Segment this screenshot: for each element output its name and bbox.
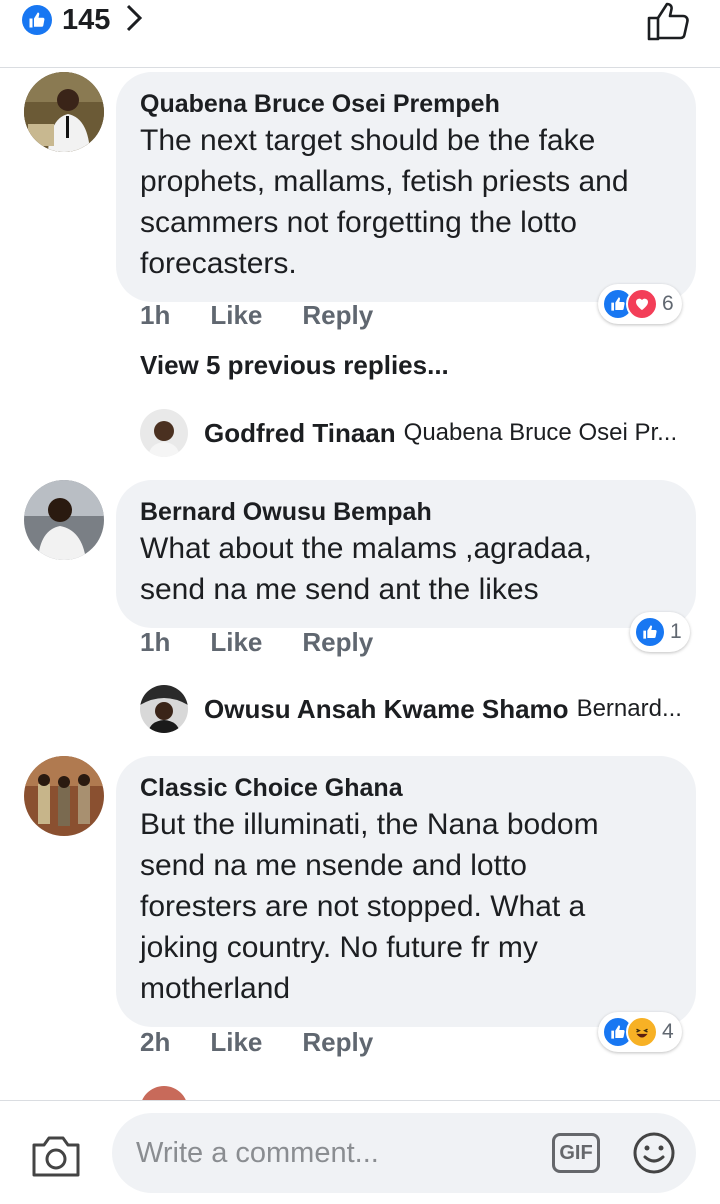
comment-input-container: GIF: [112, 1113, 696, 1193]
comment-author[interactable]: Bernard Owusu Bempah: [140, 496, 672, 528]
reply-author: Godfred Tinaan: [204, 417, 396, 448]
comment-actions: 1h Like Reply: [140, 627, 373, 658]
avatar[interactable]: [24, 480, 104, 560]
like-count: 145: [62, 3, 111, 36]
thumbs-up-icon[interactable]: [646, 0, 692, 42]
comment-text-line: joking country. No future fr my: [140, 931, 538, 964]
reaction-summary[interactable]: 4: [598, 1012, 682, 1052]
comment-text-line: What about the malams ,agradaa,: [140, 532, 592, 565]
comment-author[interactable]: Quabena Bruce Osei Prempeh: [140, 88, 672, 120]
reply-snippet: Bernard...: [576, 695, 682, 722]
reaction-count: 6: [662, 292, 674, 315]
love-icon: [626, 288, 658, 320]
reaction-summary[interactable]: 1: [630, 612, 690, 652]
reply-author: Owusu Ansah Kwame Shamo: [204, 693, 569, 724]
avatar: [140, 685, 188, 733]
comment-text-line: forecasters.: [140, 247, 297, 280]
reply-preview[interactable]: Owusu Ansah Kwame Shamo Bernard...: [140, 684, 700, 734]
like-button[interactable]: Like: [210, 627, 262, 658]
like-icon: [22, 5, 52, 35]
like-button[interactable]: Like: [210, 300, 262, 331]
comment-author[interactable]: Classic Choice Ghana: [140, 772, 672, 804]
view-previous-replies-link[interactable]: View 5 previous replies...: [140, 350, 449, 381]
avatar: [140, 409, 188, 457]
gif-button[interactable]: GIF: [552, 1133, 600, 1173]
comment-text-line: send na me send ant the likes: [140, 573, 539, 606]
comment-actions: 1h Like Reply: [140, 300, 373, 331]
comment-text-line: scammers not forgetting the lotto: [140, 206, 577, 239]
comment-composer: GIF: [0, 1100, 720, 1204]
comment-bubble: Bernard Owusu Bempah What about the mala…: [116, 480, 696, 628]
reaction-count: 1: [670, 620, 682, 643]
comment-text-line: foresters are not stopped. What a: [140, 890, 586, 923]
reply-button[interactable]: Reply: [302, 627, 373, 658]
reaction-summary[interactable]: 6: [598, 284, 682, 324]
comment-text-line: prophets, mallams, fetish priests and: [140, 165, 629, 198]
comment-input[interactable]: [136, 1113, 526, 1193]
emoji-icon[interactable]: [632, 1131, 676, 1175]
comment-text-line: send na me nsende and lotto: [140, 849, 527, 882]
comment-text-line: motherland: [140, 972, 291, 1005]
comment-time: 1h: [140, 300, 171, 330]
comment-time: 1h: [140, 627, 171, 657]
like-icon: [634, 616, 666, 648]
camera-icon[interactable]: [30, 1131, 82, 1179]
comment-time: 2h: [140, 1027, 171, 1057]
comment-text-line: But the illuminati, the Nana bodom: [140, 808, 599, 841]
comment-actions: 2h Like Reply: [140, 1027, 373, 1058]
haha-icon: [626, 1016, 658, 1048]
reaction-count: 4: [662, 1020, 674, 1043]
avatar[interactable]: [24, 72, 104, 152]
reaction-summary-button[interactable]: 145: [22, 2, 144, 38]
like-button[interactable]: Like: [210, 1027, 262, 1058]
reply-preview[interactable]: Godfred Tinaan Quabena Bruce Osei Pr...: [140, 408, 700, 458]
comment-bubble: Classic Choice Ghana But the illuminati,…: [116, 756, 696, 1027]
avatar[interactable]: [24, 756, 104, 836]
comment-bubble: Quabena Bruce Osei Prempeh The next targ…: [116, 72, 696, 302]
reply-button[interactable]: Reply: [302, 300, 373, 331]
comment-text-line: The next target should be the fake: [140, 124, 596, 157]
chevron-right-icon: [124, 3, 144, 38]
reply-button[interactable]: Reply: [302, 1027, 373, 1058]
reply-snippet: Quabena Bruce Osei Pr...: [403, 419, 678, 446]
reactions-header: 145: [0, 0, 720, 68]
